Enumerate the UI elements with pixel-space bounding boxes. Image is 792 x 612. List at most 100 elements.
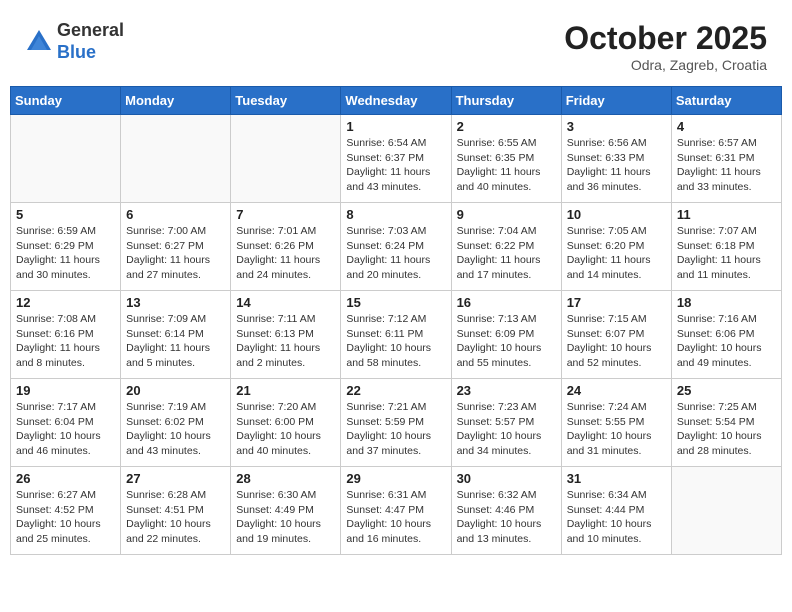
calendar-day-cell — [671, 467, 781, 555]
calendar-day-cell: 25 Sunrise: 7:25 AM Sunset: 5:54 PM Dayli… — [671, 379, 781, 467]
day-number: 9 — [457, 207, 556, 222]
day-info: Sunrise: 7:11 AM Sunset: 6:13 PM Dayligh… — [236, 312, 335, 371]
calendar-table: SundayMondayTuesdayWednesdayThursdayFrid… — [10, 86, 782, 555]
calendar-day-cell: 19 Sunrise: 7:17 AM Sunset: 6:04 PM Dayli… — [11, 379, 121, 467]
day-info: Sunrise: 6:28 AM Sunset: 4:51 PM Dayligh… — [126, 488, 225, 547]
day-info: Sunrise: 6:57 AM Sunset: 6:31 PM Dayligh… — [677, 136, 776, 195]
calendar-day-cell: 31 Sunrise: 6:34 AM Sunset: 4:44 PM Dayli… — [561, 467, 671, 555]
title-block: October 2025 Odra, Zagreb, Croatia — [564, 20, 767, 73]
day-number: 8 — [346, 207, 445, 222]
day-info: Sunrise: 6:54 AM Sunset: 6:37 PM Dayligh… — [346, 136, 445, 195]
calendar-day-header: Wednesday — [341, 87, 451, 115]
calendar-week-row: 1 Sunrise: 6:54 AM Sunset: 6:37 PM Daylig… — [11, 115, 782, 203]
page-header: General Blue October 2025 Odra, Zagreb, … — [10, 10, 782, 78]
day-number: 7 — [236, 207, 335, 222]
calendar-day-cell: 18 Sunrise: 7:16 AM Sunset: 6:06 PM Dayli… — [671, 291, 781, 379]
logo: General Blue — [25, 20, 124, 63]
day-info: Sunrise: 7:21 AM Sunset: 5:59 PM Dayligh… — [346, 400, 445, 459]
day-info: Sunrise: 6:27 AM Sunset: 4:52 PM Dayligh… — [16, 488, 115, 547]
calendar-day-cell: 16Sunrise: 7:13 AM Sunset: 6:09 PM Dayli… — [451, 291, 561, 379]
day-info: Sunrise: 6:56 AM Sunset: 6:33 PM Dayligh… — [567, 136, 666, 195]
calendar-header-row: SundayMondayTuesdayWednesdayThursdayFrid… — [11, 87, 782, 115]
day-info: Sunrise: 7:01 AM Sunset: 6:26 PM Dayligh… — [236, 224, 335, 283]
calendar-day-cell: 1 Sunrise: 6:54 AM Sunset: 6:37 PM Daylig… — [341, 115, 451, 203]
calendar-day-cell: 3Sunrise: 6:56 AM Sunset: 6:33 PM Daylig… — [561, 115, 671, 203]
day-info: Sunrise: 7:00 AM Sunset: 6:27 PM Dayligh… — [126, 224, 225, 283]
day-number: 6 — [126, 207, 225, 222]
day-number: 23 — [457, 383, 556, 398]
calendar-day-cell: 5 Sunrise: 6:59 AM Sunset: 6:29 PM Daylig… — [11, 203, 121, 291]
day-info: Sunrise: 7:03 AM Sunset: 6:24 PM Dayligh… — [346, 224, 445, 283]
day-number: 15 — [346, 295, 445, 310]
calendar-day-cell: 7 Sunrise: 7:01 AM Sunset: 6:26 PM Daylig… — [231, 203, 341, 291]
calendar-day-cell: 20Sunrise: 7:19 AM Sunset: 6:02 PM Dayli… — [121, 379, 231, 467]
day-number: 22 — [346, 383, 445, 398]
day-number: 30 — [457, 471, 556, 486]
calendar-week-row: 12 Sunrise: 7:08 AM Sunset: 6:16 PM Dayli… — [11, 291, 782, 379]
day-info: Sunrise: 7:23 AM Sunset: 5:57 PM Dayligh… — [457, 400, 556, 459]
day-info: Sunrise: 7:20 AM Sunset: 6:00 PM Dayligh… — [236, 400, 335, 459]
day-info: Sunrise: 7:16 AM Sunset: 6:06 PM Dayligh… — [677, 312, 776, 371]
calendar-day-cell: 8 Sunrise: 7:03 AM Sunset: 6:24 PM Daylig… — [341, 203, 451, 291]
day-info: Sunrise: 7:09 AM Sunset: 6:14 PM Dayligh… — [126, 312, 225, 371]
logo-icon — [25, 28, 53, 56]
day-number: 17 — [567, 295, 666, 310]
day-info: Sunrise: 7:13 AM Sunset: 6:09 PM Dayligh… — [457, 312, 556, 371]
calendar-day-cell: 24Sunrise: 7:24 AM Sunset: 5:55 PM Dayli… — [561, 379, 671, 467]
calendar-day-cell: 17 Sunrise: 7:15 AM Sunset: 6:07 PM Dayli… — [561, 291, 671, 379]
day-number: 5 — [16, 207, 115, 222]
calendar-day-cell: 9 Sunrise: 7:04 AM Sunset: 6:22 PM Daylig… — [451, 203, 561, 291]
day-info: Sunrise: 7:04 AM Sunset: 6:22 PM Dayligh… — [457, 224, 556, 283]
calendar-day-cell: 11 Sunrise: 7:07 AM Sunset: 6:18 PM Dayli… — [671, 203, 781, 291]
calendar-day-cell: 23 Sunrise: 7:23 AM Sunset: 5:57 PM Dayli… — [451, 379, 561, 467]
calendar-day-cell — [231, 115, 341, 203]
month-title: October 2025 — [564, 20, 767, 57]
calendar-week-row: 5 Sunrise: 6:59 AM Sunset: 6:29 PM Daylig… — [11, 203, 782, 291]
day-number: 11 — [677, 207, 776, 222]
calendar-day-cell: 15 Sunrise: 7:12 AM Sunset: 6:11 PM Dayli… — [341, 291, 451, 379]
day-number: 14 — [236, 295, 335, 310]
day-info: Sunrise: 6:30 AM Sunset: 4:49 PM Dayligh… — [236, 488, 335, 547]
day-info: Sunrise: 7:25 AM Sunset: 5:54 PM Dayligh… — [677, 400, 776, 459]
day-number: 24 — [567, 383, 666, 398]
day-info: Sunrise: 7:07 AM Sunset: 6:18 PM Dayligh… — [677, 224, 776, 283]
calendar-day-header: Monday — [121, 87, 231, 115]
calendar-day-header: Friday — [561, 87, 671, 115]
day-info: Sunrise: 6:34 AM Sunset: 4:44 PM Dayligh… — [567, 488, 666, 547]
day-info: Sunrise: 6:59 AM Sunset: 6:29 PM Dayligh… — [16, 224, 115, 283]
calendar-day-cell — [11, 115, 121, 203]
day-info: Sunrise: 6:32 AM Sunset: 4:46 PM Dayligh… — [457, 488, 556, 547]
day-number: 18 — [677, 295, 776, 310]
day-number: 2 — [457, 119, 556, 134]
day-info: Sunrise: 7:05 AM Sunset: 6:20 PM Dayligh… — [567, 224, 666, 283]
day-number: 19 — [16, 383, 115, 398]
calendar-week-row: 26Sunrise: 6:27 AM Sunset: 4:52 PM Dayli… — [11, 467, 782, 555]
day-info: Sunrise: 7:08 AM Sunset: 6:16 PM Dayligh… — [16, 312, 115, 371]
calendar-day-cell: 10 Sunrise: 7:05 AM Sunset: 6:20 PM Dayli… — [561, 203, 671, 291]
day-number: 25 — [677, 383, 776, 398]
day-number: 12 — [16, 295, 115, 310]
calendar-day-header: Thursday — [451, 87, 561, 115]
calendar-day-cell: 2 Sunrise: 6:55 AM Sunset: 6:35 PM Daylig… — [451, 115, 561, 203]
day-info: Sunrise: 7:17 AM Sunset: 6:04 PM Dayligh… — [16, 400, 115, 459]
calendar-day-cell: 22 Sunrise: 7:21 AM Sunset: 5:59 PM Dayli… — [341, 379, 451, 467]
day-info: Sunrise: 7:19 AM Sunset: 6:02 PM Dayligh… — [126, 400, 225, 459]
day-info: Sunrise: 7:15 AM Sunset: 6:07 PM Dayligh… — [567, 312, 666, 371]
calendar-day-cell: 26Sunrise: 6:27 AM Sunset: 4:52 PM Dayli… — [11, 467, 121, 555]
day-number: 21 — [236, 383, 335, 398]
calendar-day-cell: 12 Sunrise: 7:08 AM Sunset: 6:16 PM Dayli… — [11, 291, 121, 379]
calendar-day-cell: 4 Sunrise: 6:57 AM Sunset: 6:31 PM Daylig… — [671, 115, 781, 203]
day-info: Sunrise: 7:12 AM Sunset: 6:11 PM Dayligh… — [346, 312, 445, 371]
calendar-day-header: Tuesday — [231, 87, 341, 115]
calendar-day-cell: 27Sunrise: 6:28 AM Sunset: 4:51 PM Dayli… — [121, 467, 231, 555]
day-number: 29 — [346, 471, 445, 486]
day-info: Sunrise: 6:55 AM Sunset: 6:35 PM Dayligh… — [457, 136, 556, 195]
day-number: 1 — [346, 119, 445, 134]
day-number: 31 — [567, 471, 666, 486]
calendar-week-row: 19 Sunrise: 7:17 AM Sunset: 6:04 PM Dayli… — [11, 379, 782, 467]
day-number: 4 — [677, 119, 776, 134]
day-number: 10 — [567, 207, 666, 222]
calendar-day-cell: 13Sunrise: 7:09 AM Sunset: 6:14 PM Dayli… — [121, 291, 231, 379]
location-text: Odra, Zagreb, Croatia — [564, 57, 767, 73]
calendar-day-cell: 28Sunrise: 6:30 AM Sunset: 4:49 PM Dayli… — [231, 467, 341, 555]
